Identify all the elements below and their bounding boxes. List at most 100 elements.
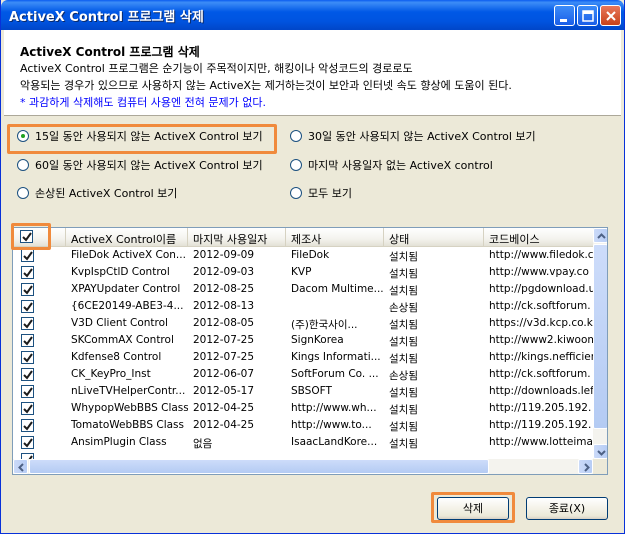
column-header-codebase[interactable]: 코드베이스 [484,228,593,247]
cell-name [66,451,188,459]
description-line-2: 악용되는 경우가 있으므로 사용하지 않는 ActiveX는 제거하는것이 보안… [20,79,512,92]
minimize-button[interactable] [554,5,575,26]
maximize-button[interactable] [577,5,598,26]
checkmark-icon [23,319,33,329]
cell-codebase: http://119.205.192. [489,402,592,414]
scroll-right-button[interactable] [578,459,593,474]
table-row[interactable] [13,451,593,459]
cell-vendor: http://www.to... [291,419,372,431]
cell-vendor: Kings Informati... [291,351,381,363]
cell-name: TomatoWebBBS Class [71,419,184,431]
horizontal-scrollbar[interactable] [13,459,593,474]
cell-status: 설치됨 [389,387,418,399]
cell-vendor: SignKorea [291,334,344,346]
table-row[interactable]: Kdfense8 Control 2012-07-25 Kings Informat… [13,349,593,366]
row-checkbox[interactable] [21,402,34,415]
table-row[interactable]: {6CE20149-ABE3-4... 2012-08-13 손상됨 http://c… [13,298,593,315]
arrow-up-icon [597,233,606,239]
checkmark-icon [23,353,33,363]
activex-list[interactable]: ActiveX Control이름 마지막 사용일자 제조사 상태 코드베이스 … [12,227,608,475]
select-all-column[interactable] [13,228,66,247]
cell-status: 손상됨 [389,302,418,314]
column-header-name[interactable]: ActiveX Control이름 [66,228,188,247]
cell-status: 설치됨 [389,404,418,416]
checkmark-icon [23,268,33,278]
cell-last-used [188,451,286,459]
table-row[interactable]: XPAYUpdater Control 2012-08-25 Dacom Multi… [13,281,593,298]
column-header-status[interactable]: 상태 [384,228,484,247]
table-row[interactable]: TomatoWebBBS Class 2012-04-25 http://www.t… [13,417,593,434]
cell-status: 설치됨 [389,336,418,348]
checkmark-icon [23,336,33,346]
cell-name: KvpIspCtlD Control [71,266,170,278]
filter-damaged-radio[interactable]: 손상된 ActiveX Control 보기 [17,185,177,201]
cell-last-used: 2012-08-25 [193,283,255,295]
arrow-down-icon [597,450,606,456]
row-checkbox[interactable] [21,317,34,330]
close-icon [606,11,616,21]
cell-last-used: 2012-04-25 [193,419,255,431]
radio-icon [290,130,302,142]
cell-codebase: http://119.205.192. [489,419,592,431]
checkmark-icon [23,251,33,261]
select-all-checkbox[interactable] [20,230,33,243]
title-bar[interactable]: ActiveX Control 프로그램 삭제 [1,0,624,30]
row-checkbox[interactable] [21,249,34,262]
cell-codebase: http://pgdownload.u [489,283,593,295]
row-checkbox[interactable] [21,351,34,364]
filter-60-days-radio[interactable]: 60일 동안 사용되지 않는 ActiveX Control 보기 [17,157,263,173]
filter-damaged-label: 손상된 ActiveX Control 보기 [35,187,178,200]
vertical-scroll-thumb[interactable] [593,244,607,429]
cell-codebase: http://www2.kiwoom [489,334,593,346]
cell-status: 설치됨 [389,438,418,450]
row-checkbox[interactable] [21,436,34,449]
close-window-button[interactable] [600,5,621,26]
scroll-down-button[interactable] [593,444,607,459]
row-checkbox[interactable] [21,300,34,313]
filter-all-radio[interactable]: 모두 보기 [290,185,352,201]
close-button[interactable]: 종료(X) [526,497,608,520]
table-row[interactable]: WhypopWebBBS Class 2012-04-25 http://www.w… [13,400,593,417]
row-checkbox[interactable] [21,419,34,432]
horizontal-scroll-thumb[interactable] [29,459,489,474]
row-checkbox[interactable] [21,266,34,279]
cell-name: SKCommAX Control [71,334,174,346]
filter-30-days-label: 30일 동안 사용되지 않는 ActiveX Control 보기 [308,130,536,143]
filter-30-days-radio[interactable]: 30일 동안 사용되지 않는 ActiveX Control 보기 [290,128,536,144]
column-header-vendor[interactable]: 제조사 [286,228,384,247]
delete-button[interactable]: 삭제 [437,497,509,520]
row-checkbox[interactable] [21,283,34,296]
row-checkbox[interactable] [21,385,34,398]
table-row[interactable]: CK_KeyPro_Inst 2012-06-07 SoftForum Co. ..… [13,366,593,383]
column-header-last-used[interactable]: 마지막 사용일자 [188,228,286,247]
cell-last-used: 없음 [193,438,213,450]
row-checkbox[interactable] [21,334,34,347]
scroll-left-button[interactable] [13,459,28,474]
table-row[interactable]: SKCommAX Control 2012-07-25 SignKorea 설치됨 ht… [13,332,593,349]
cell-codebase: http://www.vpay.co [489,266,589,278]
filter-15-days-radio[interactable]: 15일 동안 사용되지 않는 ActiveX Control 보기 [17,128,263,144]
cell-vendor [286,298,384,315]
cell-name: WhypopWebBBS Class [71,402,188,414]
cell-vendor: http://www.wh... [291,402,377,414]
cell-name: AnsimPlugin Class [71,436,167,448]
table-row[interactable]: V3D Client Control 2012-08-05 (주)한국사이... 설치… [13,315,593,332]
description-line-1: ActiveX Control 프로그램은 순기능이 주목적이지만, 해킹이나 … [20,62,413,75]
filter-60-days-label: 60일 동안 사용되지 않는 ActiveX Control 보기 [35,159,263,172]
filter-all-label: 모두 보기 [308,187,352,200]
radio-selected-icon [17,130,29,142]
filter-no-date-radio[interactable]: 마지막 사용일자 없는 ActiveX control [290,157,493,173]
filter-no-date-label: 마지막 사용일자 없는 ActiveX control [308,159,493,172]
vertical-scrollbar[interactable] [593,228,607,459]
cell-status: 설치됨 [389,268,418,280]
table-row[interactable]: FileDok ActiveX Con... 2012-09-09 FileDok 설… [13,247,593,264]
row-checkbox[interactable] [21,368,34,381]
scroll-up-button[interactable] [593,228,607,243]
cell-last-used: 2012-08-13 [193,300,255,312]
cell-name: nLiveTVHelperContr... [71,385,186,397]
table-row[interactable]: nLiveTVHelperContr... 2012-05-17 SBSOFT 설치됨… [13,383,593,400]
table-row[interactable]: KvpIspCtlD Control 2012-09-03 KVP 설치됨 http:/… [13,264,593,281]
cell-last-used: 2012-07-25 [193,334,255,346]
cell-status: 설치됨 [389,353,418,365]
table-row[interactable]: AnsimPlugin Class 없음 IsaacLandKore... 설치됨 ht… [13,434,593,451]
